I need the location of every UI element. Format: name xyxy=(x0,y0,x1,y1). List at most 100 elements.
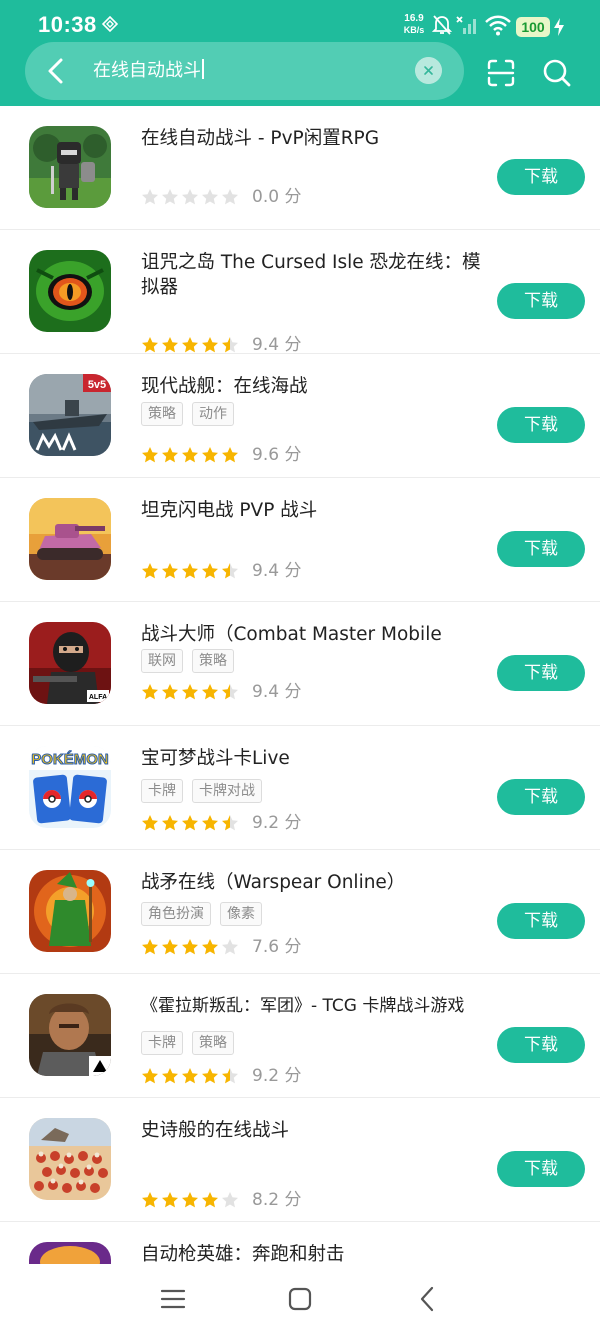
svg-text:5v5: 5v5 xyxy=(88,379,106,391)
tag[interactable]: 角色扮演 xyxy=(141,902,211,926)
list-item[interactable]: 在线自动战斗 - PvP闲置RPG 0.0 分 下载 xyxy=(0,106,600,230)
hero-game-icon[interactable] xyxy=(29,1242,111,1264)
search-input[interactable]: 在线自动战斗 xyxy=(93,59,204,83)
tag[interactable]: 像素 xyxy=(220,902,262,926)
pokemon-cards-icon[interactable]: POKÉMON xyxy=(29,746,111,828)
status-time: 10:38 xyxy=(38,12,97,37)
star-full-icon xyxy=(162,1068,178,1084)
star-rating xyxy=(141,188,241,206)
star-rating xyxy=(141,446,241,464)
download-button[interactable]: 下载 xyxy=(497,531,585,567)
star-full-icon xyxy=(142,939,158,955)
tag-list: 卡牌 策略 xyxy=(141,1031,243,1055)
download-button[interactable]: 下载 xyxy=(497,283,585,319)
download-button[interactable]: 下载 xyxy=(497,1151,585,1187)
knight-game-icon[interactable] xyxy=(29,126,111,208)
app-title[interactable]: 在线自动战斗 - PvP闲置RPG xyxy=(141,126,486,151)
app-title[interactable]: 自动枪英雄：奔跑和射击 xyxy=(141,1242,486,1264)
system-nav-bar xyxy=(0,1264,600,1333)
soldier-game-icon[interactable]: ALFA xyxy=(29,622,111,704)
download-button[interactable]: 下载 xyxy=(497,655,585,691)
clear-search-icon[interactable] xyxy=(415,57,442,84)
star-full-icon xyxy=(182,684,198,700)
star-empty-icon xyxy=(142,189,158,205)
star-full-icon xyxy=(182,447,198,463)
app-title[interactable]: 宝可梦战斗卡Live xyxy=(141,746,486,771)
score-text: 0.0 分 xyxy=(252,187,302,207)
tag[interactable]: 策略 xyxy=(192,1031,234,1055)
download-button[interactable]: 下载 xyxy=(497,407,585,443)
score-text: 9.4 分 xyxy=(252,335,302,355)
search-field[interactable] xyxy=(25,42,464,100)
list-item[interactable]: POKÉMON 宝可梦战斗卡Live 卡牌 卡牌对战 9.2 分 下载 xyxy=(0,726,600,850)
list-item[interactable]: 坦克闪电战 PVP 战斗 9.4 分 下载 xyxy=(0,478,600,602)
wifi-icon xyxy=(485,15,511,36)
app-title[interactable]: 坦克闪电战 PVP 战斗 xyxy=(141,498,486,523)
app-title[interactable]: 现代战舰：在线海战 xyxy=(141,374,486,399)
star-full-icon xyxy=(162,563,178,579)
list-item[interactable]: 《霍拉斯叛乱：军团》- TCG 卡牌战斗游戏 卡牌 策略 9.2 分 下载 xyxy=(0,974,600,1098)
scan-icon[interactable] xyxy=(486,58,516,88)
score-text: 9.4 分 xyxy=(252,682,302,702)
download-button[interactable]: 下载 xyxy=(497,779,585,815)
download-button[interactable]: 下载 xyxy=(497,903,585,939)
search-icon[interactable] xyxy=(542,58,572,88)
home-icon[interactable] xyxy=(285,1284,315,1314)
tag[interactable]: 卡牌 xyxy=(141,779,183,803)
list-item[interactable]: 5v5 现代战舰：在线海战 策略 动作 9.6 分 下载 xyxy=(0,354,600,478)
app-title[interactable]: 史诗般的在线战斗 xyxy=(141,1118,486,1143)
star-rating xyxy=(141,336,241,354)
tag[interactable]: 联网 xyxy=(141,649,183,673)
app-title[interactable]: 战矛在线（Warspear Online） xyxy=(141,870,486,895)
tag[interactable]: 卡牌 xyxy=(141,1031,183,1055)
star-full-icon xyxy=(182,1068,198,1084)
svg-text:POKÉMON: POKÉMON xyxy=(31,751,109,768)
star-full-icon xyxy=(142,447,158,463)
star-rating xyxy=(141,1067,241,1085)
search-results-list[interactable]: 在线自动战斗 - PvP闲置RPG 0.0 分 下载 诅咒之岛 The Curs… xyxy=(0,106,600,1264)
battery-level: 100 xyxy=(516,17,550,37)
list-item[interactable]: ALFA 战斗大师（Combat Master Mobile FPS） 联网策略… xyxy=(0,602,600,726)
tag[interactable]: 策略 xyxy=(192,649,234,673)
star-full-icon xyxy=(182,939,198,955)
status-bar: 10:38 16.9 KB/s 100 xyxy=(0,0,600,46)
top-app-bar: 10:38 16.9 KB/s 100 在线自动战斗 xyxy=(0,0,600,106)
rating: 9.6 分 xyxy=(141,444,301,466)
star-full-icon xyxy=(142,815,158,831)
star-full-icon xyxy=(202,1068,218,1084)
star-empty-icon xyxy=(222,1192,238,1208)
star-empty-icon xyxy=(162,189,178,205)
tag[interactable]: 动作 xyxy=(192,402,234,426)
menu-icon[interactable] xyxy=(158,1284,188,1314)
score-text: 9.2 分 xyxy=(252,1066,302,1086)
star-half-icon xyxy=(222,684,238,700)
star-full-icon xyxy=(142,1068,158,1084)
list-item[interactable]: 战矛在线（Warspear Online） 角色扮演 像素 7.6 分 下载 xyxy=(0,850,600,974)
download-button[interactable]: 下载 xyxy=(497,1027,585,1063)
text-caret xyxy=(202,59,204,79)
score-text: 9.2 分 xyxy=(252,813,302,833)
battle-army-icon[interactable] xyxy=(29,1118,111,1200)
back-arrow-icon[interactable] xyxy=(42,56,70,86)
star-rating xyxy=(141,683,241,701)
tank-game-icon[interactable] xyxy=(29,498,111,580)
star-full-icon xyxy=(182,815,198,831)
star-full-icon xyxy=(142,1192,158,1208)
tag[interactable]: 卡牌对战 xyxy=(192,779,262,803)
back-nav-icon[interactable] xyxy=(413,1284,443,1314)
dragon-eye-game-icon[interactable] xyxy=(29,250,111,332)
rating: 9.2 分 xyxy=(141,812,301,834)
mute-bell-icon xyxy=(432,15,452,35)
download-button[interactable]: 下载 xyxy=(497,159,585,195)
warship-game-icon[interactable]: 5v5 xyxy=(29,374,111,456)
list-item[interactable]: 诅咒之岛 The Cursed Isle 恐龙在线：模拟器 9.4 分 下载 xyxy=(0,230,600,355)
star-half-icon xyxy=(222,563,238,579)
wizard-game-icon[interactable] xyxy=(29,870,111,952)
star-full-icon xyxy=(142,337,158,353)
list-item[interactable]: 自动枪英雄：奔跑和射击 xyxy=(0,1222,600,1264)
app-title[interactable]: 《霍拉斯叛乱：军团》- TCG 卡牌战斗游戏 xyxy=(141,994,486,1019)
warrior-game-icon[interactable] xyxy=(29,994,111,1076)
list-item[interactable]: 史诗般的在线战斗 8.2 分 下载 xyxy=(0,1098,600,1222)
app-title[interactable]: 诅咒之岛 The Cursed Isle 恐龙在线：模拟器 xyxy=(141,250,486,300)
tag[interactable]: 策略 xyxy=(141,402,183,426)
